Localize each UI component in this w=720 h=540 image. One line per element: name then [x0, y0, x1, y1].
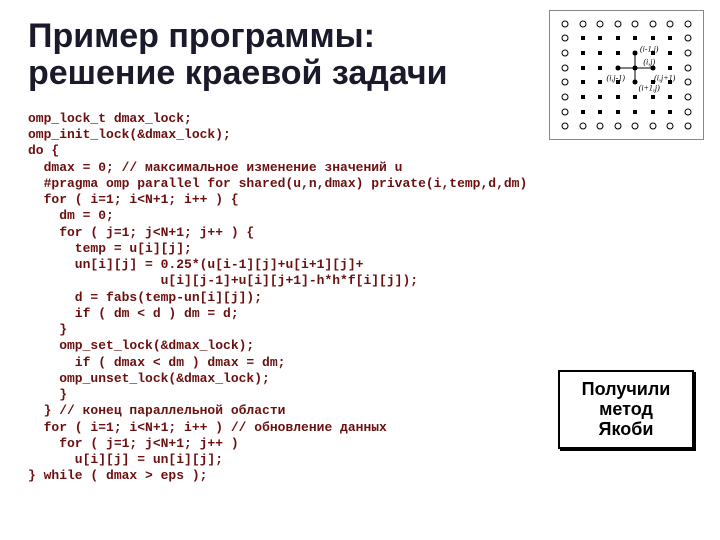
stencil-diagram: (i,j)(i-1,j)(i+1,j)(i,j-1)(i,j+1)	[549, 10, 704, 140]
callout-box: Получили метод Якоби	[558, 370, 694, 449]
